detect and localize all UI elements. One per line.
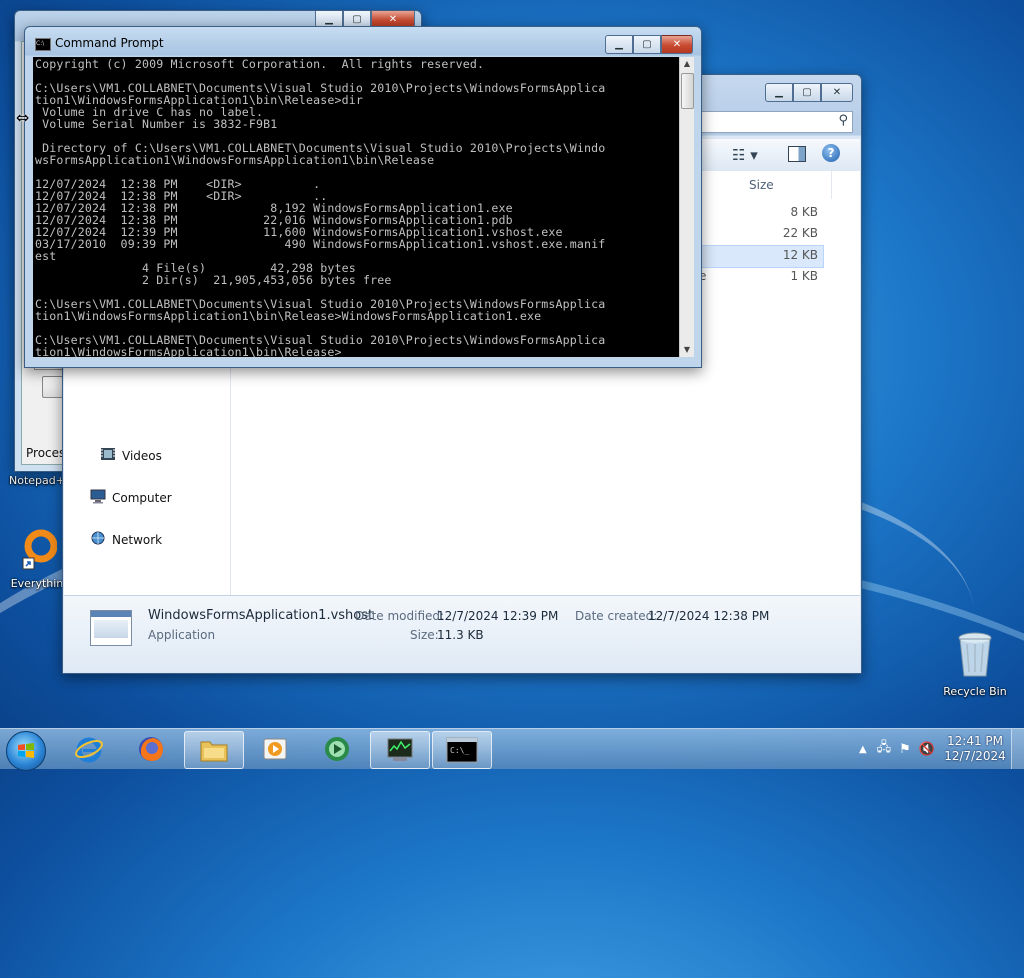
- details-created-label: Date created:: [575, 609, 658, 623]
- details-size-value: 11.3 KB: [437, 628, 484, 642]
- computer-icon: [90, 489, 106, 507]
- media-center-icon: [325, 737, 349, 761]
- clock[interactable]: 12:41 PM 12/7/2024: [939, 734, 1011, 764]
- scroll-down-arrow[interactable]: ▼: [680, 343, 694, 357]
- details-size-label: Size:: [410, 628, 439, 642]
- command-prompt-window[interactable]: C:\ Command Prompt ▁ ▢ ✕ Copyright (c) 2…: [24, 26, 702, 368]
- file-explorer-icon: [200, 741, 228, 762]
- details-modified-value: 12/7/2024 12:39 PM: [437, 609, 559, 623]
- vertical-scrollbar[interactable]: ▲ ▼: [679, 57, 694, 357]
- action-center-flag-icon[interactable]: ⚑: [899, 742, 911, 757]
- recycle-bin-icon: [938, 630, 1012, 683]
- nav-item-network[interactable]: Network: [90, 531, 162, 549]
- close-button[interactable]: ✕: [821, 83, 853, 102]
- details-file-name: WindowsFormsApplication1.vshost: [148, 608, 374, 623]
- close-button[interactable]: ✕: [661, 35, 693, 54]
- application-file-icon: [90, 610, 132, 646]
- taskbar-file-explorer[interactable]: [184, 731, 244, 769]
- window-title: Command Prompt: [55, 36, 164, 50]
- firefox-icon: [139, 737, 163, 761]
- nav-item-videos[interactable]: Videos: [100, 447, 162, 464]
- system-tray: ▲ 🖧 ⚑ 🔇 12:41 PM 12/7/2024: [859, 729, 1024, 769]
- videos-icon: [100, 447, 116, 464]
- start-button[interactable]: [6, 731, 46, 771]
- clock-date: 12/7/2024: [944, 749, 1006, 763]
- magnifier-icon: ⚲: [838, 113, 848, 128]
- show-hidden-icons-icon[interactable]: ▲: [859, 744, 867, 755]
- size-cell: 22 KB: [782, 226, 818, 240]
- explorer-caption-buttons: ▁ ▢ ✕: [765, 83, 853, 102]
- task-manager-icon: [387, 738, 413, 761]
- details-modified-label: Date modified:: [355, 609, 445, 623]
- details-pane: WindowsFormsApplication1.vshost Applicat…: [64, 595, 860, 672]
- help-icon[interactable]: ?: [822, 144, 840, 162]
- details-file-type: Application: [148, 628, 216, 642]
- cmd-caption-buttons: ▁ ▢ ✕: [605, 35, 693, 54]
- console-text: Copyright (c) 2009 Microsoft Corporation…: [35, 57, 606, 357]
- internet-explorer-icon: [75, 737, 103, 763]
- taskbar-command-prompt[interactable]: C:\_: [432, 731, 492, 769]
- scroll-thumb[interactable]: [681, 73, 694, 109]
- view-options-icon[interactable]: ☷ ▾: [732, 146, 758, 164]
- desktop-icon-recycle-bin[interactable]: Recycle Bin: [938, 630, 1012, 698]
- clock-time: 12:41 PM: [947, 734, 1003, 748]
- search-input[interactable]: ⚲: [691, 111, 853, 133]
- column-divider: [831, 171, 832, 199]
- svg-text:C:\_: C:\_: [450, 746, 469, 755]
- media-player-icon: [263, 738, 287, 760]
- volume-muted-icon[interactable]: 🔇: [919, 742, 935, 757]
- taskbar-internet-explorer[interactable]: [60, 731, 118, 767]
- nav-item-label: Videos: [122, 448, 162, 463]
- desktop-icon-label: Everythin: [10, 577, 64, 590]
- command-prompt-icon: C:\: [35, 38, 51, 51]
- network-status-icon[interactable]: 🖧: [877, 738, 892, 760]
- show-desktop-button[interactable]: [1011, 729, 1024, 769]
- size-cell: 12 KB: [782, 248, 818, 262]
- nav-item-label: Network: [112, 533, 163, 547]
- maximize-button[interactable]: ▢: [633, 35, 661, 54]
- scroll-up-arrow[interactable]: ▲: [680, 57, 694, 71]
- nav-item-label: Computer: [112, 491, 172, 505]
- size-cell: 8 KB: [790, 205, 818, 219]
- resize-cursor-icon: ⇔: [16, 108, 30, 127]
- windows-logo-icon: [18, 743, 34, 758]
- column-header-size[interactable]: Size: [749, 175, 774, 195]
- console-output[interactable]: Copyright (c) 2009 Microsoft Corporation…: [33, 57, 679, 357]
- desktop-icon-label: Notepad+: [9, 474, 65, 487]
- network-icon: [90, 531, 106, 549]
- command-prompt-icon: C:\_: [446, 737, 478, 763]
- size-cell: 1 KB: [790, 269, 818, 283]
- minimize-button[interactable]: ▁: [765, 83, 793, 102]
- minimize-button[interactable]: ▁: [605, 35, 633, 54]
- desktop-icon-label: Recycle Bin: [943, 685, 1007, 698]
- details-created-value: 12/7/2024 12:38 PM: [648, 609, 770, 623]
- maximize-button[interactable]: ▢: [793, 83, 821, 102]
- taskbar-media-player[interactable]: [246, 731, 304, 767]
- taskbar-media-center[interactable]: [308, 731, 366, 767]
- taskbar: C:\_ ▲ 🖧 ⚑ 🔇 12:41 PM 12/7/2024: [0, 728, 1024, 771]
- preview-pane-icon[interactable]: [788, 146, 806, 162]
- nav-item-computer[interactable]: Computer: [90, 489, 172, 507]
- taskbar-task-manager[interactable]: [370, 731, 430, 769]
- taskbar-firefox[interactable]: [122, 731, 180, 767]
